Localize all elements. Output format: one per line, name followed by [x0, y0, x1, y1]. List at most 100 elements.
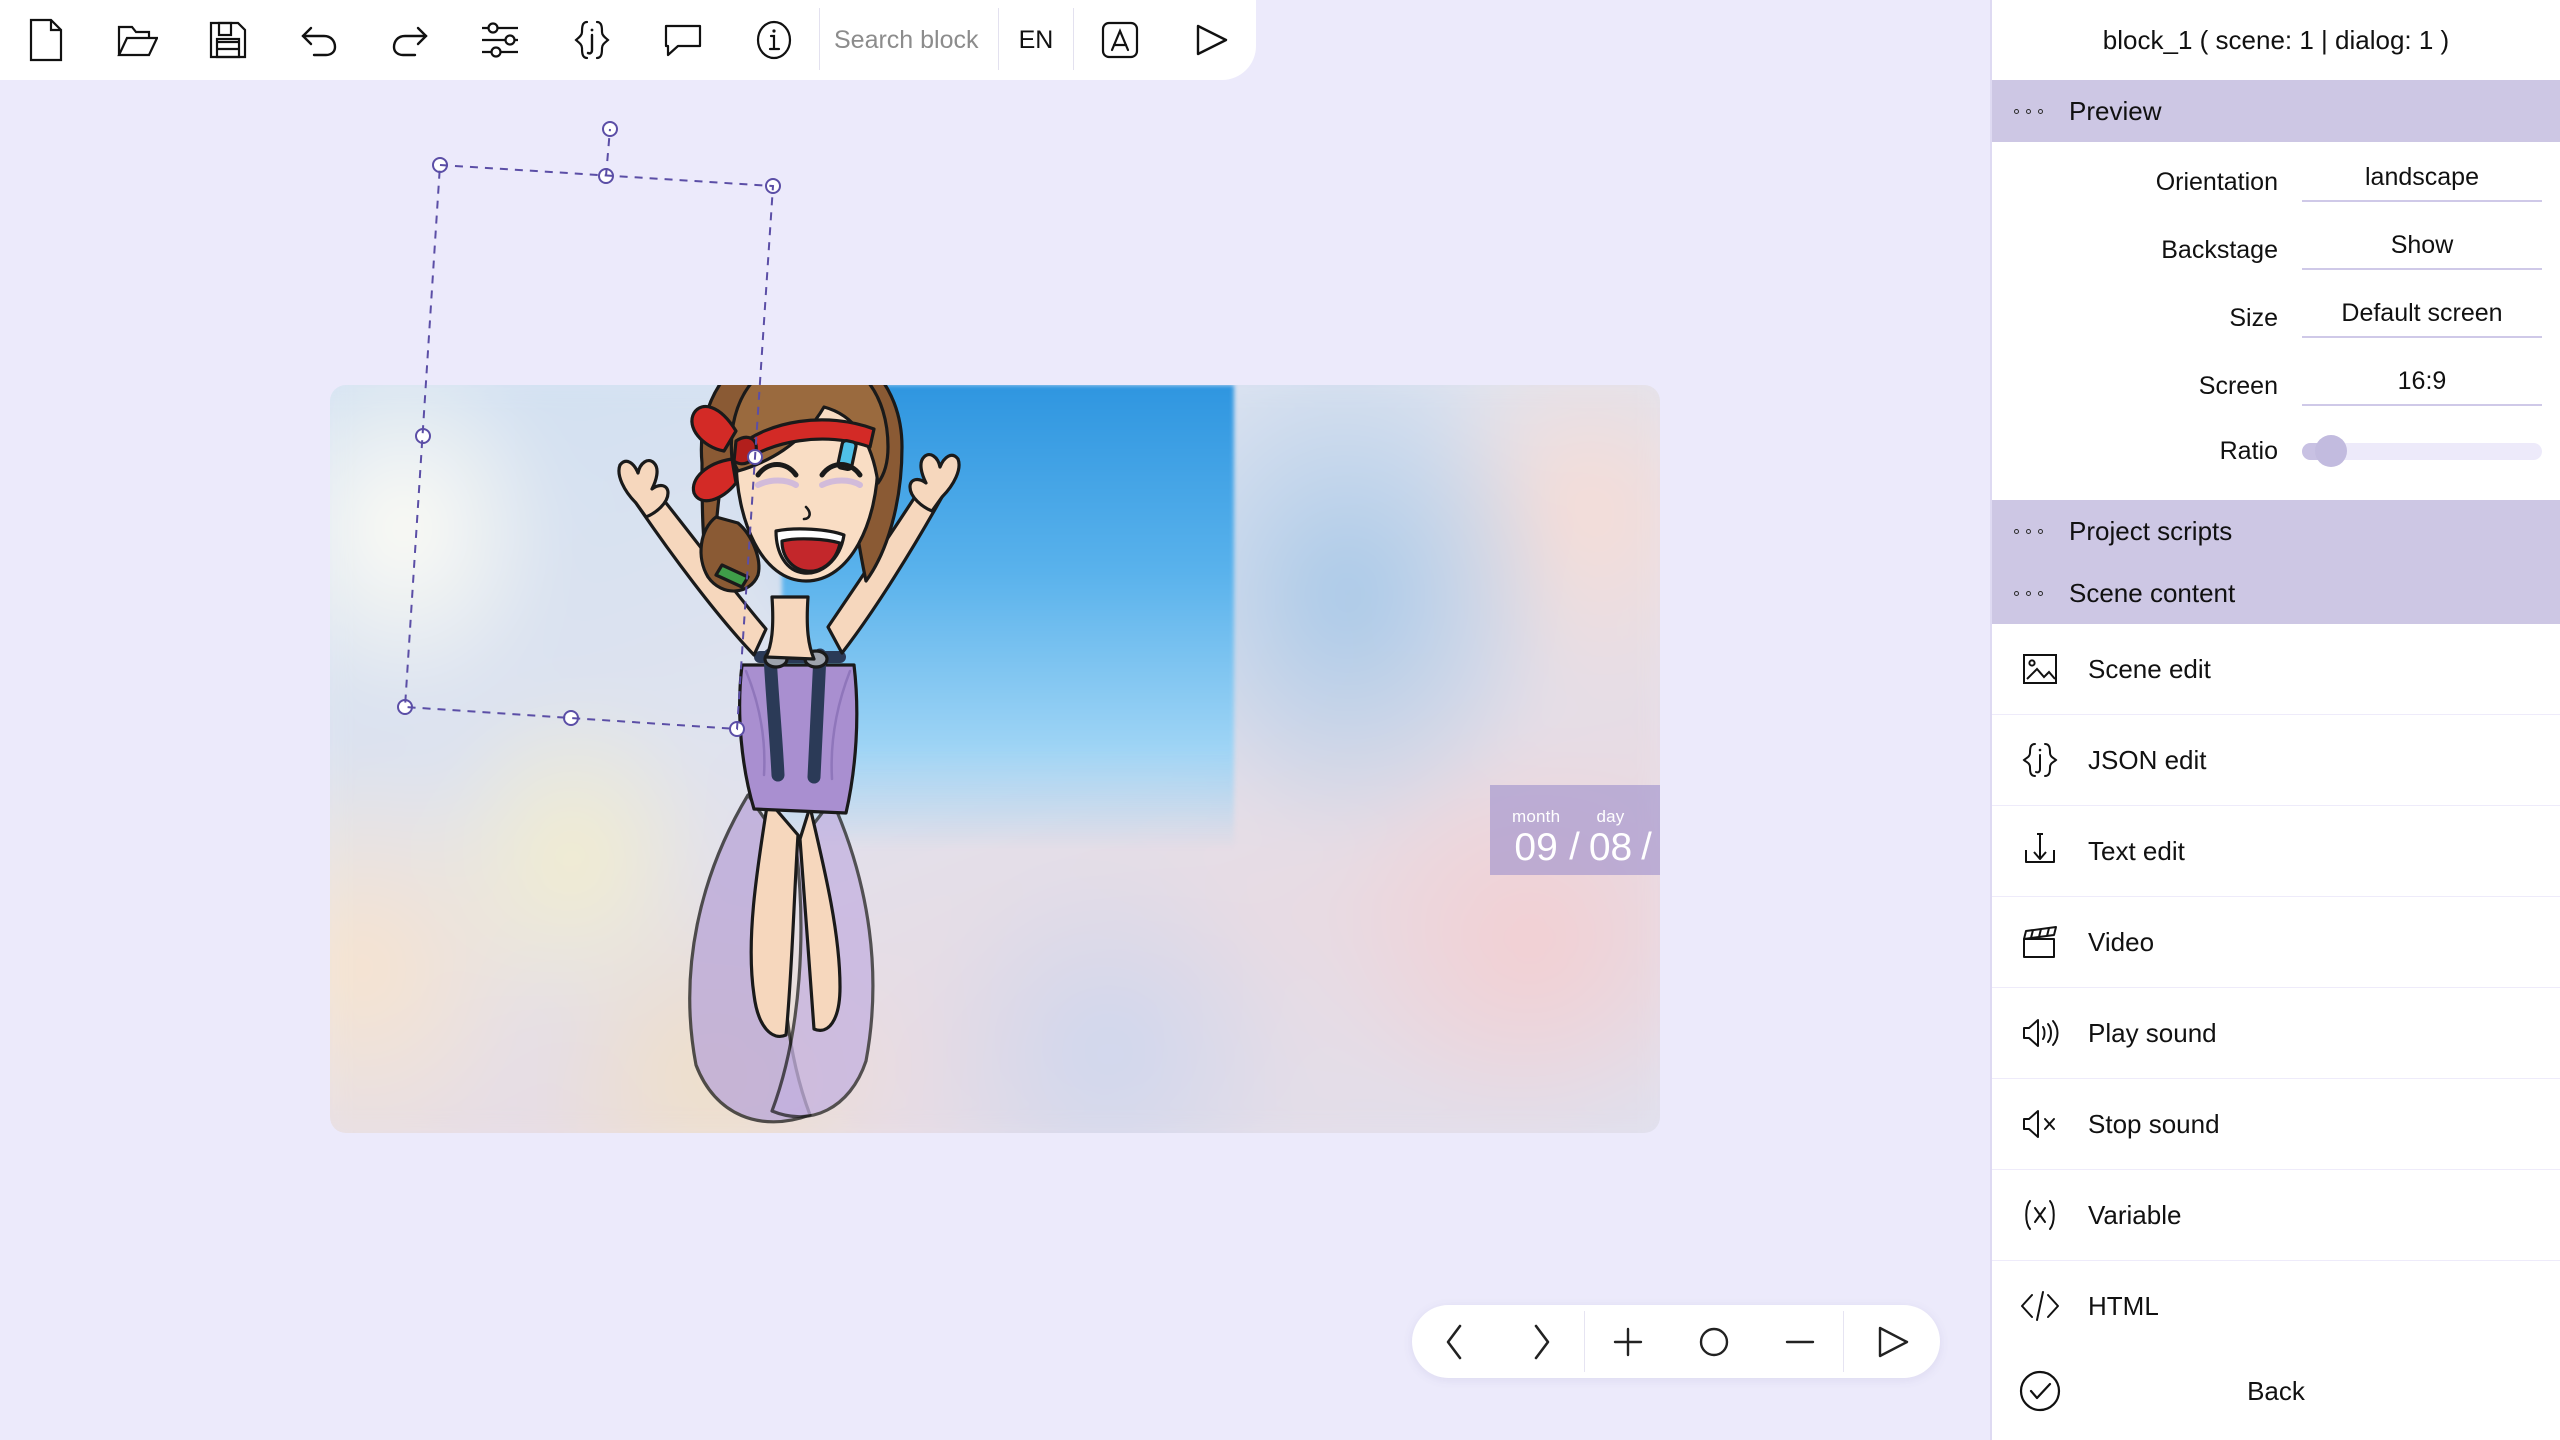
zoom-group	[1585, 1305, 1843, 1378]
scene-content-menu: Scene edit JSON edit Text edit Video Pla…	[1992, 624, 2560, 1352]
menu-item-scene-edit[interactable]: Scene edit	[1992, 624, 2560, 715]
date-field-month[interactable]: month 09	[1512, 807, 1560, 867]
zoom-in-button[interactable]	[1585, 1305, 1671, 1378]
new-file-icon[interactable]	[0, 0, 91, 80]
menu-item-text-edit[interactable]: Text edit	[1992, 806, 2560, 897]
menu-label-stop-sound: Stop sound	[2088, 1108, 2220, 1139]
menu-label-variable: Variable	[2088, 1199, 2182, 1230]
menu-label-scene-edit: Scene edit	[2088, 653, 2211, 684]
setting-row-backstage: Backstage Show	[1992, 216, 2560, 284]
panel-title: block_1 ( scene: 1 | dialog: 1 )	[2102, 24, 2450, 55]
scene-content-menu-dots-icon[interactable]	[2014, 590, 2043, 596]
handle-bottom-right[interactable]	[729, 721, 745, 737]
back-button[interactable]: Back	[1992, 1342, 2560, 1440]
language-toggle[interactable]: EN	[999, 0, 1073, 80]
date-field-day-value[interactable]: 08	[1589, 828, 1632, 867]
canvas-bottom-toolbar	[1412, 1305, 1940, 1378]
handle-top-right[interactable]	[765, 178, 781, 194]
setting-label-ratio: Ratio	[2219, 436, 2278, 465]
setting-field-backstage[interactable]: Show	[2302, 231, 2542, 270]
date-separator-2: /	[1641, 826, 1652, 868]
menu-item-video[interactable]: Video	[1992, 897, 2560, 988]
speaker-mute-icon	[1992, 1107, 2088, 1141]
preview-menu-dots-icon[interactable]	[2014, 108, 2043, 114]
ratio-slider-thumb[interactable]	[2314, 435, 2347, 467]
setting-row-orientation: Orientation landscape	[1992, 148, 2560, 216]
section-header-scene-content[interactable]: Scene content	[1992, 562, 2560, 624]
setting-field-orientation[interactable]: landscape	[2302, 163, 2542, 202]
setting-label-screen: Screen	[2198, 371, 2278, 400]
section-header-project-scripts[interactable]: Project scripts	[1992, 500, 2560, 562]
check-circle-icon	[1992, 1369, 2088, 1413]
menu-label-play-sound: Play sound	[2088, 1017, 2217, 1048]
undo-icon[interactable]	[273, 0, 364, 80]
rotate-handle[interactable]	[602, 121, 618, 137]
zoom-reset-button[interactable]	[1671, 1305, 1757, 1378]
project-scripts-menu-dots-icon[interactable]	[2014, 528, 2043, 534]
search-input[interactable]	[820, 0, 998, 80]
info-circle-icon[interactable]	[728, 0, 819, 80]
menu-item-play-sound[interactable]: Play sound	[1992, 988, 2560, 1079]
redo-icon[interactable]	[364, 0, 455, 80]
date-field-month-value[interactable]: 09	[1514, 828, 1557, 867]
preview-settings-body: Orientation landscape Backstage Show Siz…	[1992, 142, 2560, 500]
menu-label-html: HTML	[2088, 1290, 2159, 1321]
menu-label-text-edit: Text edit	[2088, 835, 2185, 866]
image-picture-icon	[1992, 652, 2088, 686]
right-properties-panel: block_1 ( scene: 1 | dialog: 1 ) Preview…	[1990, 0, 2560, 1440]
setting-row-screen: Screen 16:9	[1992, 352, 2560, 420]
app-root: month 09 / day 08 / year 2020 hour 12	[0, 0, 2560, 1440]
setting-label-orientation: Orientation	[2155, 167, 2278, 196]
comment-bubble-icon[interactable]	[637, 0, 728, 80]
top-toolbar: EN	[0, 0, 1256, 80]
play-button[interactable]	[1844, 1305, 1940, 1378]
handle-bottom-left[interactable]	[397, 699, 413, 715]
date-field-day-label: day	[1596, 807, 1625, 826]
clapperboard-icon	[1992, 924, 2088, 960]
handle-top-center[interactable]	[598, 168, 614, 184]
handle-bottom-center[interactable]	[563, 710, 579, 726]
date-separator-1: /	[1569, 826, 1580, 868]
menu-label-json-edit: JSON edit	[2088, 744, 2207, 775]
ratio-slider[interactable]	[2302, 435, 2542, 467]
setting-value-backstage[interactable]: Show	[2302, 231, 2542, 260]
section-label-preview: Preview	[2069, 95, 2162, 126]
handle-top-left[interactable]	[432, 157, 448, 173]
back-button-label: Back	[2247, 1375, 2305, 1406]
speaker-play-icon	[1992, 1016, 2088, 1050]
setting-value-orientation[interactable]: landscape	[2302, 163, 2542, 192]
json-braces-icon[interactable]	[546, 0, 637, 80]
setting-value-size[interactable]: Default screen	[2302, 299, 2542, 328]
text-insert-icon	[1992, 832, 2088, 870]
save-disk-icon[interactable]	[182, 0, 273, 80]
date-time-widget[interactable]: month 09 / day 08 / year 2020 hour 12	[1490, 785, 1660, 875]
setting-field-size[interactable]: Default screen	[2302, 299, 2542, 338]
prev-frame-button[interactable]	[1412, 1305, 1498, 1378]
font-app-icon[interactable]	[1074, 0, 1165, 80]
menu-item-html[interactable]: HTML	[1992, 1261, 2560, 1352]
setting-row-ratio: Ratio	[1992, 420, 2560, 482]
section-header-preview[interactable]: Preview	[1992, 80, 2560, 142]
setting-label-size: Size	[2229, 303, 2278, 332]
open-folder-icon[interactable]	[91, 0, 182, 80]
play-triangle-icon[interactable]	[1165, 0, 1256, 80]
menu-item-json-edit[interactable]: JSON edit	[1992, 715, 2560, 806]
menu-item-variable[interactable]: Variable	[1992, 1170, 2560, 1261]
setting-value-screen[interactable]: 16:9	[2302, 367, 2542, 396]
next-frame-button[interactable]	[1498, 1305, 1584, 1378]
zoom-out-button[interactable]	[1757, 1305, 1843, 1378]
menu-item-stop-sound[interactable]: Stop sound	[1992, 1079, 2560, 1170]
setting-field-screen[interactable]: 16:9	[2302, 367, 2542, 406]
handle-middle-left[interactable]	[415, 428, 431, 444]
canvas-workspace[interactable]: month 09 / day 08 / year 2020 hour 12	[0, 0, 1990, 1440]
handle-middle-right[interactable]	[747, 449, 763, 465]
scene-preview-card[interactable]: month 09 / day 08 / year 2020 hour 12	[330, 385, 1660, 1133]
date-field-month-label: month	[1512, 807, 1561, 826]
settings-sliders-icon[interactable]	[455, 0, 546, 80]
date-field-day[interactable]: day 08	[1589, 807, 1632, 867]
section-label-project-scripts: Project scripts	[2069, 515, 2233, 546]
section-label-scene-content: Scene content	[2069, 577, 2236, 608]
menu-label-video: Video	[2088, 926, 2155, 957]
setting-label-backstage: Backstage	[2161, 235, 2278, 264]
character-illustration	[617, 385, 961, 1124]
